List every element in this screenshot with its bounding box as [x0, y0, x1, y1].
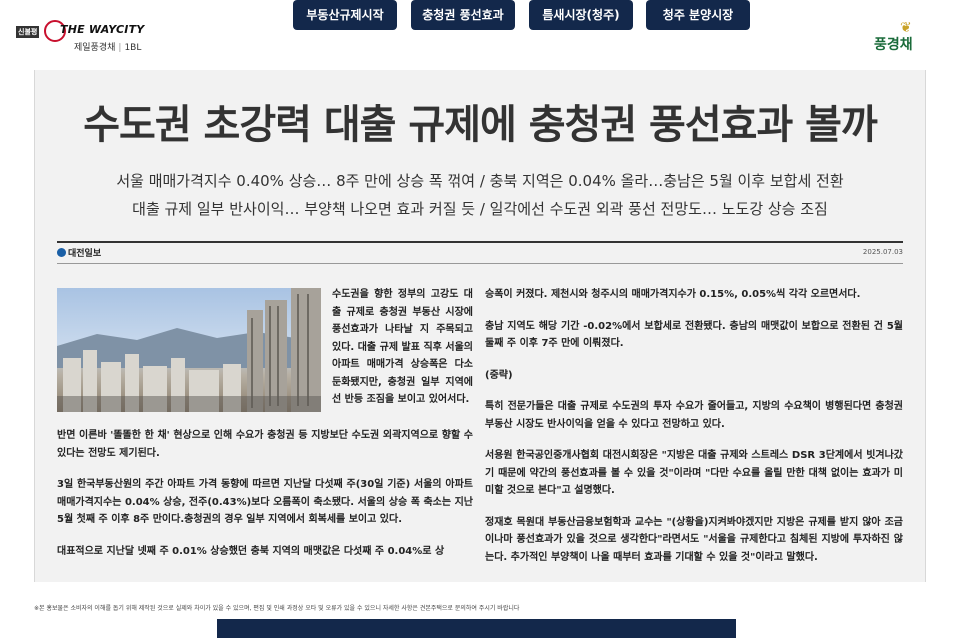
brand-name: THE WAYCITY	[60, 23, 145, 36]
article-subhead-2: 대출 규제 일부 반사이익… 부양책 나오면 효과 커질 듯 / 일각에선 수도…	[132, 200, 828, 218]
nav-presale-market-button[interactable]: 청주 분양시장	[646, 0, 750, 30]
paragraph: 승폭이 커졌다. 제천시와 청주시의 매매가격지수가 0.15%, 0.05%씩…	[485, 289, 861, 300]
brand-sub-name: 제일풍경채	[74, 43, 116, 53]
apartment-skyline-image	[57, 288, 321, 412]
paragraph: 대표적으로 지난달 넷째 주 0.01% 상승했던 충북 지역의 매맷값은 다섯…	[57, 545, 445, 557]
brand-logo[interactable]: 신불평 THE WAYCITY 제일풍경채 | 1BL	[16, 20, 156, 56]
nav-regulation-button[interactable]: 부동산규제시작	[293, 0, 397, 30]
nav-balloon-effect-button[interactable]: 충청권 풍선효과	[411, 0, 515, 30]
article-date: 2025.07.03	[862, 248, 903, 256]
paragraph: 서용원 한국공인중개사협회 대전시회장은 "지방은 대출 규제와 스트레스 DS…	[485, 450, 903, 496]
brand-sub-suffix: 1BL	[124, 43, 142, 53]
paragraph: 충남 지역도 해당 기간 -0.02%에서 보합세로 전환됐다. 충남의 매맷값…	[485, 320, 903, 350]
right-brand-logo[interactable]: ❦ 풍경채	[872, 20, 932, 56]
bottom-rule	[57, 263, 903, 264]
article-column-2: 반면 이른바 '똘똘한 한 채' 현상으로 인해 수요가 충청권 등 지방보단 …	[57, 427, 473, 574]
press-name: 대전일보	[57, 246, 101, 259]
paragraph: 반면 이른바 '똘똘한 한 채' 현상으로 인해 수요가 충청권 등 지방보단 …	[57, 430, 473, 459]
brand-tag: 신불평	[16, 26, 40, 38]
brand-sub: 제일풍경채 | 1BL	[74, 43, 142, 53]
paragraph: 특히 전문가들은 대출 규제로 수도권의 투자 수요가 줄어들고, 지방의 수요…	[485, 401, 903, 430]
nav-niche-market-button[interactable]: 틈새시장(청주)	[529, 0, 633, 30]
paragraph: 3일 한국부동산원의 주간 아파트 가격 동향에 따르면 지난달 다섯째 주(3…	[57, 479, 473, 525]
bottom-navy-bar	[217, 619, 736, 638]
paragraph: 정재호 목원대 부동산금융보험학과 교수는 "(상황을)지켜봐야겠지만 지방은 …	[485, 516, 903, 563]
top-rule	[57, 241, 903, 243]
article-clipping: 수도권 초강력 대출 규제에 충청권 풍선효과 볼까 서울 매매가격지수 0.4…	[34, 70, 926, 582]
article-subhead-1: 서울 매매가격지수 0.40% 상승… 8주 만에 상승 폭 꺾여 / 충북 지…	[116, 172, 844, 190]
article-column-1: 수도권을 향한 정부의 고강도 대출 규제로 충청권 부동산 시장에 풍선효과가…	[332, 289, 473, 405]
paragraph: (중략)	[485, 369, 513, 381]
press-label: 대전일보	[68, 249, 102, 259]
press-logo-icon	[57, 248, 66, 257]
disclaimer-footnote: ※본 홍보물은 소비자의 이해를 돕기 위해 제작된 것으로 실제와 차이가 있…	[34, 605, 520, 612]
right-brand-name: 풍경채	[874, 37, 913, 53]
article-headline: 수도권 초강력 대출 규제에 충청권 풍선효과 볼까	[83, 102, 878, 148]
article-photo	[57, 288, 321, 412]
site-header: 신불평 THE WAYCITY 제일풍경채 | 1BL 부동산규제시작 충청권 풍선…	[0, 0, 954, 66]
article-column-3: 승폭이 커졌다. 제천시와 청주시의 매매가격지수가 0.15%, 0.05%씩…	[485, 286, 903, 580]
